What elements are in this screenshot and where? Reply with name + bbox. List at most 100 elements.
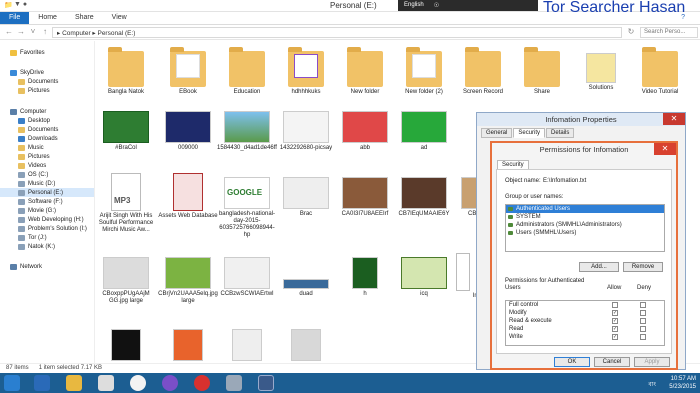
file-item[interactable]: Video Tutorial — [630, 47, 690, 96]
file-item[interactable]: EBook — [158, 47, 218, 96]
file-item[interactable]: Assets Web Database — [158, 171, 218, 220]
search-input[interactable]: Search Perso... — [640, 27, 698, 38]
nav-drive-h[interactable]: Web Developing (H:) — [18, 215, 84, 224]
file-item[interactable] — [217, 323, 277, 361]
start-icon[interactable] — [4, 375, 20, 391]
nav-music[interactable]: Music — [18, 143, 44, 152]
save-icon[interactable] — [258, 375, 274, 391]
file-item[interactable]: CA0I3I7U8AEEIrf — [335, 171, 395, 218]
file-item[interactable]: GOOGLE bangladesh-national-day-2015-60357… — [217, 171, 277, 239]
app-icon[interactable] — [98, 375, 114, 391]
allow-checkbox[interactable] — [612, 302, 618, 308]
nav-skydrive-pictures[interactable]: Pictures — [18, 86, 50, 95]
tab-security[interactable]: Security — [513, 128, 546, 138]
list-item[interactable]: Administrators (SMMHL\Administrators) — [506, 221, 664, 229]
ok-button[interactable]: OK — [554, 357, 590, 367]
nav-drive-k[interactable]: Natok (K:) — [18, 242, 55, 251]
tab-details[interactable]: Details — [546, 128, 575, 138]
file-item[interactable]: 1432292680-picsay — [276, 105, 336, 152]
file-item[interactable] — [96, 323, 156, 361]
file-item[interactable]: MP3 Arijit Singh With His Soulful Perform… — [96, 171, 156, 234]
file-item[interactable]: ad — [394, 105, 454, 152]
language-label[interactable]: English — [404, 2, 424, 9]
internet-explorer-icon[interactable] — [34, 375, 50, 391]
deny-checkbox[interactable] — [640, 326, 646, 332]
quick-access-toolbar[interactable]: ▼ ● — [14, 1, 27, 8]
allow-checkbox[interactable]: ✓ — [612, 310, 618, 316]
tab-share[interactable]: Share — [66, 12, 103, 24]
viber-icon[interactable] — [162, 375, 178, 391]
apply-button[interactable]: Apply — [634, 357, 670, 367]
forward-icon[interactable]: → — [16, 27, 26, 37]
file-item[interactable]: Share — [512, 47, 572, 96]
nav-network[interactable]: Network — [10, 262, 42, 271]
allow-checkbox[interactable]: ✓ — [612, 334, 618, 340]
list-item[interactable]: Authenticated Users — [506, 205, 664, 213]
remove-button[interactable]: Remove — [623, 262, 663, 272]
nav-favorites[interactable]: Favorites — [10, 48, 45, 57]
file-item[interactable]: duad — [276, 251, 336, 298]
nav-drive-d[interactable]: Music (D:) — [18, 179, 55, 188]
nav-drive-g[interactable]: Movie (G:) — [18, 206, 56, 215]
nav-drive-f[interactable]: Software (F:) — [18, 197, 63, 206]
panda-icon[interactable] — [130, 375, 146, 391]
deny-checkbox[interactable] — [640, 310, 646, 316]
nav-pictures[interactable]: Pictures — [18, 152, 50, 161]
address-field[interactable]: ▸ Computer ▸ Personal (E:) — [52, 27, 622, 38]
add-button[interactable]: Add... — [579, 262, 619, 272]
refresh-icon[interactable]: ↻ — [626, 27, 636, 37]
nav-drive-i[interactable]: Problem's Solution (I:) — [18, 224, 87, 233]
close-icon[interactable]: ✕ — [663, 113, 685, 125]
file-item[interactable] — [276, 323, 336, 361]
nav-videos[interactable]: Videos — [18, 161, 46, 170]
deny-checkbox[interactable] — [640, 334, 646, 340]
file-item[interactable]: 009000 — [158, 105, 218, 152]
file-item[interactable]: CCBzwSCWIAErtwl — [217, 251, 277, 298]
file-item[interactable]: #BraCol — [96, 105, 156, 152]
nav-computer[interactable]: Computer — [10, 107, 46, 116]
list-item[interactable]: Users (SMMHL\Users) — [506, 229, 664, 237]
recent-dropdown-icon[interactable]: ˅ — [28, 27, 38, 37]
nav-downloads[interactable]: Downloads — [18, 134, 58, 143]
file-item[interactable]: Brac — [276, 171, 336, 218]
file-item[interactable]: icq — [394, 251, 454, 298]
close-icon[interactable]: ✕ — [654, 143, 676, 155]
tab-general[interactable]: General — [481, 128, 513, 138]
file-item[interactable]: h — [335, 251, 395, 298]
file-item[interactable] — [158, 323, 218, 361]
nav-documents[interactable]: Documents — [18, 125, 58, 134]
back-icon[interactable]: ← — [4, 27, 14, 37]
deny-checkbox[interactable] — [640, 302, 646, 308]
up-icon[interactable]: ↑ — [40, 27, 50, 37]
language-bar[interactable]: English ☉ — [398, 0, 538, 11]
deny-checkbox[interactable] — [640, 318, 646, 324]
file-item[interactable]: 1584430_d4ad1de46ff — [217, 105, 277, 152]
nav-skydrive-documents[interactable]: Documents — [18, 77, 58, 86]
nav-skydrive[interactable]: SkyDrive — [10, 68, 44, 77]
file-item[interactable]: Solutions — [571, 47, 631, 92]
file-item[interactable]: CBrjVn2UAAA5elq.jpg large — [158, 251, 218, 305]
nav-drive-c[interactable]: OS (C:) — [18, 170, 48, 179]
nav-drive-e[interactable]: Personal (E:) — [0, 188, 94, 197]
tab-home[interactable]: Home — [29, 12, 66, 24]
allow-checkbox[interactable]: ✓ — [612, 326, 618, 332]
list-item[interactable]: SYSTEM — [506, 213, 664, 221]
tab-view[interactable]: View — [103, 12, 136, 24]
input-language[interactable]: বাং — [648, 379, 656, 390]
allow-checkbox[interactable]: ✓ — [612, 318, 618, 324]
file-item[interactable]: abb — [335, 105, 395, 152]
user-list[interactable]: Authenticated Users SYSTEM Administrator… — [505, 204, 665, 252]
nav-drive-j[interactable]: Tor (J:) — [18, 233, 47, 242]
opera-icon[interactable] — [194, 375, 210, 391]
help-icon[interactable]: ? — [672, 12, 694, 24]
file-item[interactable]: CB7IEqUMAAIE6Y — [394, 171, 454, 218]
file-item[interactable]: CBoxppPUgAAjM GG.jpg large — [96, 251, 156, 305]
cancel-button[interactable]: Cancel — [594, 357, 630, 367]
clock[interactable]: 10:57 AM 5/23/2015 — [669, 375, 696, 391]
file-item[interactable]: New folder (2) — [394, 47, 454, 96]
nav-desktop[interactable]: Desktop — [18, 116, 50, 125]
file-explorer-icon[interactable] — [66, 375, 82, 391]
language-icon[interactable]: ☉ — [434, 2, 439, 9]
app-icon[interactable] — [226, 375, 242, 391]
file-item[interactable]: Bangla Natok — [96, 47, 156, 96]
